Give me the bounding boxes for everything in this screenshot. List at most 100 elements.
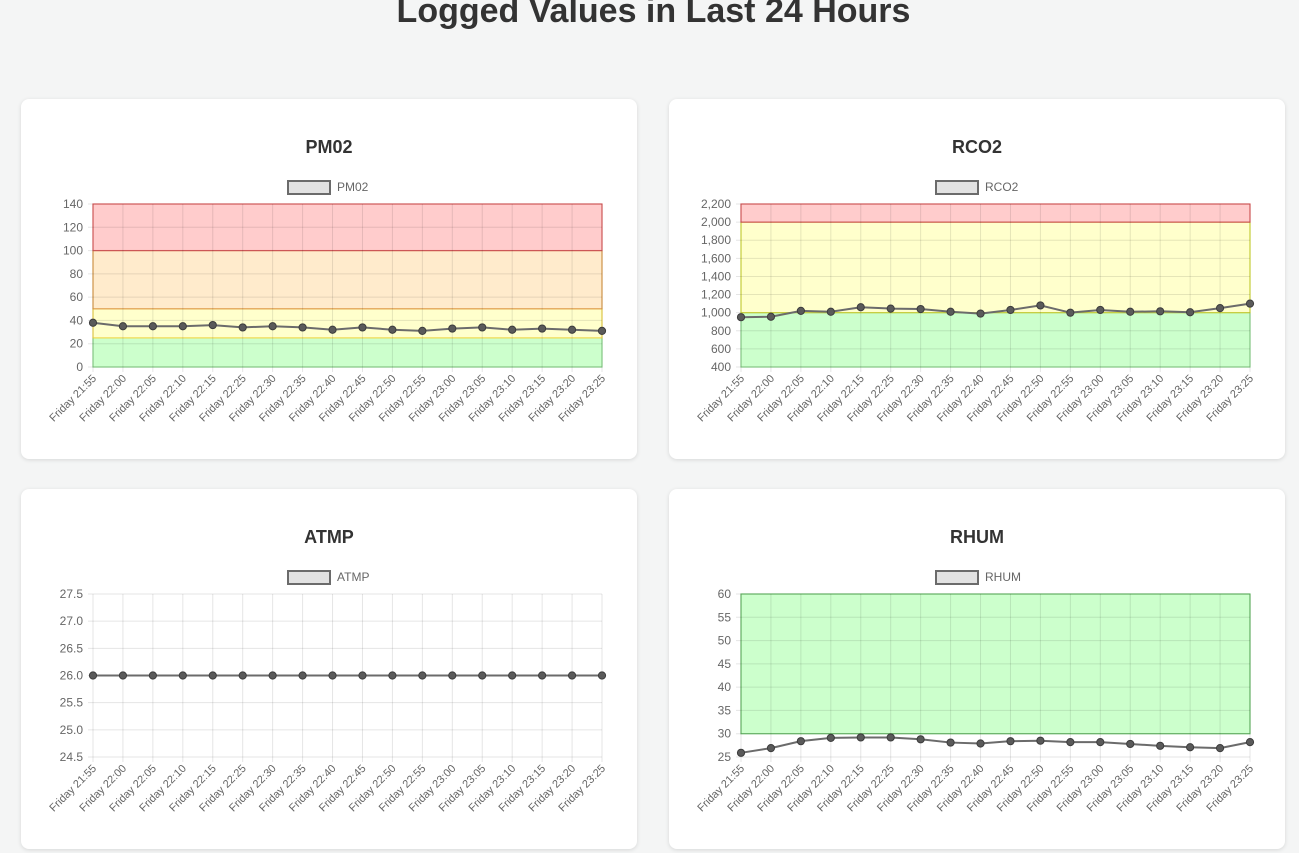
- atmp-data-point[interactable]: [148, 671, 157, 680]
- pm02-data-point[interactable]: [388, 325, 397, 334]
- atmp-data-point[interactable]: [88, 671, 98, 680]
- rco2-data-point[interactable]: [796, 306, 805, 315]
- pm02-data-point[interactable]: [238, 323, 247, 332]
- rco2-data-point[interactable]: [1096, 305, 1105, 315]
- rhum-data-point[interactable]: [946, 738, 955, 747]
- atmp-ytick-label: 26.0: [60, 669, 84, 683]
- rco2-data-point[interactable]: [976, 309, 985, 318]
- rhum-data-point[interactable]: [1066, 737, 1075, 747]
- pm02-data-point[interactable]: [478, 323, 487, 332]
- atmp-data-point[interactable]: [268, 671, 277, 680]
- rco2-data-point[interactable]: [1156, 307, 1165, 316]
- atmp-data-point[interactable]: [238, 671, 247, 680]
- rco2-data-point[interactable]: [1126, 307, 1135, 316]
- rco2-data-point[interactable]: [856, 303, 865, 312]
- rco2-data-point[interactable]: [1245, 299, 1255, 308]
- rco2-data-point[interactable]: [736, 313, 746, 322]
- rhum-data-point[interactable]: [1036, 736, 1045, 745]
- pm02-data-point[interactable]: [298, 323, 307, 332]
- rhum-data-point[interactable]: [886, 733, 895, 742]
- atmp-data-point[interactable]: [567, 671, 577, 680]
- pm02-data-point[interactable]: [567, 325, 577, 334]
- rco2-ytick-label: 600: [711, 342, 731, 356]
- rhum-legend-swatch[interactable]: [935, 570, 979, 585]
- rhum-data-point[interactable]: [1006, 737, 1015, 746]
- rco2-data-point[interactable]: [1215, 304, 1225, 313]
- rhum-data-point[interactable]: [856, 733, 865, 742]
- pm02-data-point[interactable]: [148, 322, 157, 331]
- atmp-legend-label[interactable]: ATMP: [337, 570, 369, 584]
- rco2-data-point[interactable]: [886, 304, 895, 313]
- atmp-data-point[interactable]: [418, 671, 427, 680]
- atmp-data-point[interactable]: [508, 671, 517, 680]
- atmp-data-point[interactable]: [597, 671, 607, 680]
- rco2-data-point[interactable]: [1006, 305, 1015, 315]
- pm02-data-point[interactable]: [358, 323, 367, 332]
- pm02-legend-swatch[interactable]: [287, 180, 331, 195]
- atmp-ytick-label: 25.0: [60, 723, 84, 737]
- rhum-data-point[interactable]: [1096, 737, 1105, 747]
- atmp-data-point[interactable]: [118, 671, 128, 680]
- pm02-data-point[interactable]: [418, 326, 427, 336]
- pm02-data-point[interactable]: [448, 324, 457, 333]
- pm02-data-point[interactable]: [328, 325, 337, 334]
- chart-card-rco2: RCO2 RCO2 400 600 800 1,000 1,200 1,400 1,600 1,8…: [669, 99, 1285, 459]
- atmp-data-point[interactable]: [448, 671, 457, 680]
- rhum-data-point[interactable]: [1186, 743, 1195, 752]
- rco2-ytick-label: 2,000: [701, 215, 731, 229]
- rco2-chart-title: RCO2: [952, 137, 1002, 157]
- atmp-data-point[interactable]: [388, 671, 397, 680]
- pm02-ytick-label: 20: [70, 337, 84, 351]
- atmp-grid: [88, 593, 603, 762]
- rhum-data-point[interactable]: [1126, 739, 1135, 749]
- rhum-data-point[interactable]: [826, 733, 835, 743]
- pm02-data-point[interactable]: [208, 320, 217, 330]
- pm02-zone-band-2: [92, 249, 603, 310]
- rco2-data-point[interactable]: [826, 307, 835, 316]
- rhum-ytick-label: 60: [718, 587, 732, 601]
- atmp-data-point[interactable]: [328, 671, 337, 680]
- rco2-zone-band-2: [740, 203, 1251, 223]
- pm02-data-point[interactable]: [597, 326, 607, 336]
- atmp-ytick-label: 27.5: [60, 587, 84, 601]
- rco2-data-point[interactable]: [1186, 308, 1195, 317]
- pm02-data-point[interactable]: [178, 322, 187, 331]
- pm02-data-point[interactable]: [88, 318, 98, 327]
- rhum-data-point[interactable]: [916, 735, 925, 744]
- pm02-chart: PM02PM02020406080100120140Friday 21:55Fr…: [47, 137, 608, 424]
- pm02-ytick-label: 40: [70, 313, 84, 327]
- rhum-data-point[interactable]: [796, 737, 805, 746]
- atmp-data-point[interactable]: [538, 671, 547, 680]
- rco2-data-point[interactable]: [766, 312, 776, 321]
- rhum-data-point[interactable]: [976, 739, 985, 748]
- atmp-data-point[interactable]: [478, 671, 487, 680]
- pm02-data-point[interactable]: [118, 322, 128, 331]
- atmp-data-point[interactable]: [298, 671, 307, 680]
- rhum-ytick-label: 45: [718, 657, 732, 671]
- pm02-legend-label[interactable]: PM02: [337, 180, 369, 194]
- atmp-data-point[interactable]: [358, 671, 367, 680]
- rco2-legend-label[interactable]: RCO2: [985, 180, 1019, 194]
- rco2-data-point[interactable]: [946, 307, 955, 316]
- pm02-data-point[interactable]: [508, 325, 517, 334]
- rco2-data-point[interactable]: [1066, 308, 1075, 317]
- rhum-ytick-label: 25: [718, 750, 732, 764]
- atmp-chart-title: ATMP: [304, 527, 354, 547]
- rhum-data-point[interactable]: [766, 744, 776, 753]
- pm02-ytick-label: 0: [76, 360, 83, 374]
- rhum-data-point[interactable]: [1215, 744, 1225, 753]
- rhum-data-point[interactable]: [1156, 741, 1165, 750]
- pm02-data-point[interactable]: [268, 322, 277, 331]
- atmp-data-point[interactable]: [208, 671, 217, 680]
- rhum-legend-label[interactable]: RHUM: [985, 570, 1021, 584]
- rhum-data-point[interactable]: [736, 748, 746, 757]
- atmp-legend-swatch[interactable]: [287, 570, 331, 585]
- chart-card-atmp: ATMP ATMP 24.5 25.0 25.5 26.0 26.5 27.0 27.5 Frid…: [21, 489, 637, 849]
- rco2-data-point[interactable]: [916, 304, 925, 314]
- pm02-data-point[interactable]: [538, 324, 547, 333]
- rhum-data-point[interactable]: [1245, 737, 1255, 747]
- atmp-ytick-label: 25.5: [60, 696, 84, 710]
- rco2-data-point[interactable]: [1036, 301, 1045, 310]
- rco2-legend-swatch[interactable]: [935, 180, 979, 195]
- atmp-data-point[interactable]: [178, 671, 187, 680]
